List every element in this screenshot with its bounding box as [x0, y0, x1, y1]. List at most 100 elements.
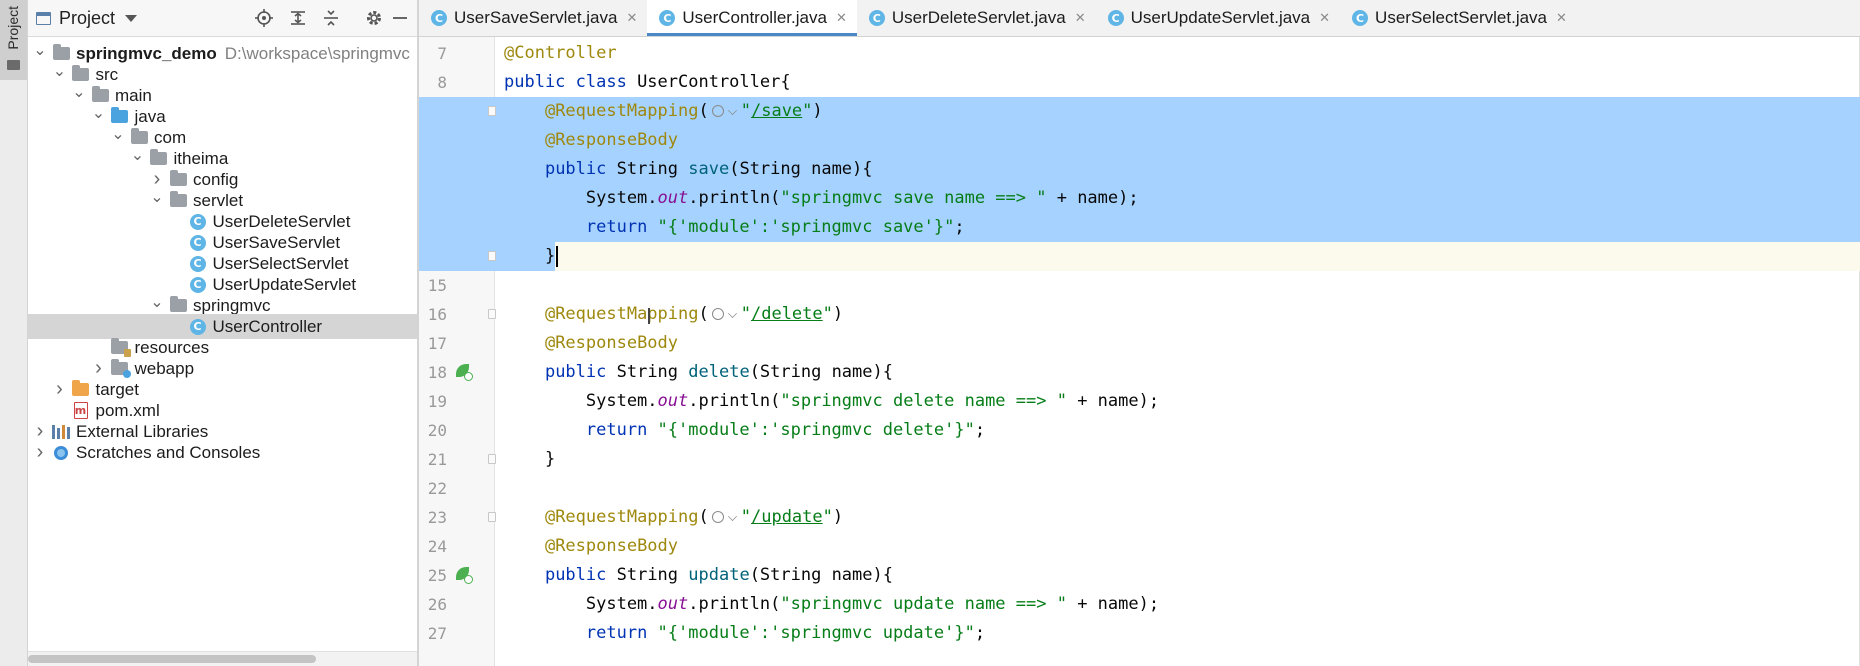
code-line[interactable]: @ResponseBody	[504, 532, 678, 561]
project-tool-label: Project	[5, 6, 21, 50]
locate-icon[interactable]	[254, 8, 274, 28]
code-line[interactable]: }	[504, 242, 555, 271]
scrollbar-thumb[interactable]	[28, 655, 316, 663]
excluded-folder-icon	[72, 380, 90, 399]
line-number: 17	[427, 334, 447, 353]
scratches-icon	[52, 444, 70, 462]
chevron-down-icon[interactable]: ⌄	[91, 100, 107, 125]
close-icon[interactable]: ✕	[1075, 10, 1086, 26]
line-number: 18	[427, 363, 447, 382]
tab-label: UserDeleteServlet.java	[891, 8, 1066, 27]
code-line[interactable]: public class UserController{	[504, 68, 791, 97]
tree-item-label: Scratches and Consoles	[76, 442, 261, 462]
tab-label: UserSaveServlet.java	[454, 8, 618, 27]
chevron-down-icon	[125, 14, 138, 22]
chevron-down-icon[interactable]: ⌄	[52, 58, 68, 83]
editor-tab-userupdateservlet-java[interactable]: C UserUpdateServlet.java ✕	[1096, 0, 1340, 36]
chevron-down-icon[interactable]: ⌄	[71, 79, 87, 104]
code-line[interactable]: System.out.println("springmvc update nam…	[504, 590, 1159, 619]
chevron-down-icon[interactable]: ⌄	[32, 37, 48, 62]
code-line[interactable]: @ResponseBody	[504, 329, 678, 358]
tree-item-scratches-and-consoles[interactable]: › Scratches and Consoles	[28, 440, 417, 465]
code-line[interactable]: System.out.println("springmvc save name …	[504, 184, 1139, 213]
close-icon[interactable]: ✕	[1556, 10, 1567, 26]
fold-marker-icon[interactable]	[488, 512, 496, 522]
tree-item-label: External Libraries	[76, 421, 209, 441]
project-panel: Project ⌄ springmvc_demo D:\workspace\spri…	[28, 0, 417, 666]
ide-window: Project Project ⌄ springmvc_demo D:\work…	[0, 0, 1860, 666]
tree-item-label: UserSaveServlet	[212, 232, 341, 252]
line-number: 27	[427, 624, 447, 643]
chevron-right-icon[interactable]: ›	[32, 440, 48, 465]
tree-item-label: resources	[134, 337, 210, 357]
gear-icon[interactable]	[364, 8, 384, 28]
code-line[interactable]: public String update(String name){	[504, 561, 893, 590]
tree-item-label: UserDeleteServlet	[212, 211, 351, 231]
chevron-down-icon[interactable]: ⌄	[149, 289, 165, 314]
line-number: 19	[427, 392, 447, 411]
line-number: 24	[427, 537, 447, 556]
code-line[interactable]: public String delete(String name){	[504, 358, 893, 387]
close-icon[interactable]: ✕	[836, 10, 847, 26]
code-line[interactable]: return "{'module':'springmvc delete'}";	[504, 416, 985, 445]
line-number: 20	[427, 421, 447, 440]
code-line[interactable]: }	[504, 445, 555, 474]
java-class-icon: C	[189, 318, 207, 336]
close-icon[interactable]: ✕	[1319, 10, 1330, 26]
current-line-highlight	[495, 242, 1860, 271]
collapse-all-icon[interactable]	[321, 8, 341, 28]
chevron-down-icon[interactable]: ⌄	[130, 142, 146, 167]
code-line[interactable]: @RequestMapping("/delete")	[504, 300, 843, 329]
tree-item-label: UserUpdateServlet	[212, 274, 357, 294]
editor-tab-userselectservlet-java[interactable]: C UserSelectServlet.java ✕	[1340, 0, 1577, 36]
project-window-icon	[36, 11, 51, 25]
close-icon[interactable]: ✕	[626, 10, 637, 26]
url-inlay-hint-icon[interactable]	[710, 509, 740, 525]
minimize-icon[interactable]	[390, 8, 410, 28]
code-line[interactable]: return "{'module':'springmvc save'}";	[504, 213, 965, 242]
code-line[interactable]: @RequestMapping("/save")	[504, 97, 823, 126]
code-line[interactable]: @ResponseBody	[504, 126, 678, 155]
tree-item-label: itheima	[173, 148, 229, 168]
java-class-icon: C	[1352, 10, 1369, 26]
tree-item-label: UserSelectServlet	[212, 253, 349, 273]
chevron-down-icon[interactable]: ⌄	[149, 184, 165, 209]
fold-marker-icon[interactable]	[488, 251, 496, 261]
code-editor[interactable]: 789101112131415161718192021222324252627 …	[419, 37, 1860, 666]
folder-icon	[7, 60, 20, 70]
line-number: 8	[437, 73, 447, 92]
editor-tab-usersaveservlet-java[interactable]: C UserSaveServlet.java ✕	[419, 0, 647, 36]
tab-label: UserController.java	[682, 8, 827, 27]
fold-marker-icon[interactable]	[488, 106, 496, 116]
code-line[interactable]: @Controller	[504, 39, 617, 68]
fold-marker-icon[interactable]	[488, 309, 496, 319]
url-inlay-hint-icon[interactable]	[710, 103, 740, 119]
code-line[interactable]: public String save(String name){	[504, 155, 873, 184]
java-class-icon: C	[431, 10, 447, 26]
java-class-icon: C	[189, 276, 207, 294]
code-line[interactable]: @RequestMapping("/update")	[504, 503, 843, 532]
project-horizontal-scrollbar[interactable]	[28, 651, 417, 666]
fold-marker-icon[interactable]	[488, 454, 496, 464]
tree-item-label: java	[134, 106, 166, 126]
libraries-icon	[52, 423, 70, 441]
line-number: 22	[427, 479, 447, 498]
line-number: 25	[427, 566, 447, 585]
project-view-selector[interactable]: Project	[36, 7, 138, 29]
tree-item-label: pom.xml	[95, 400, 160, 420]
project-panel-title: Project	[59, 7, 116, 28]
expand-all-icon[interactable]	[288, 8, 308, 28]
url-inlay-hint-icon[interactable]	[710, 306, 740, 322]
project-tool-button[interactable]: Project	[0, 0, 27, 80]
code-line[interactable]: return "{'module':'springmvc update'}";	[504, 619, 985, 648]
code-line[interactable]: System.out.println("springmvc delete nam…	[504, 387, 1159, 416]
editor-tab-usercontroller-java[interactable]: C UserController.java ✕	[647, 0, 858, 36]
tree-item-label: servlet	[193, 190, 244, 210]
chevron-down-icon[interactable]: ⌄	[110, 121, 126, 146]
folder-icon	[150, 149, 168, 168]
tree-item-label: target	[95, 379, 139, 399]
editor-tab-userdeleteservlet-java[interactable]: C UserDeleteServlet.java ✕	[857, 0, 1096, 36]
tree-item-label: webapp	[134, 358, 195, 378]
spring-endpoint-gutter-icon[interactable]	[453, 565, 473, 585]
spring-endpoint-gutter-icon[interactable]	[453, 362, 473, 382]
